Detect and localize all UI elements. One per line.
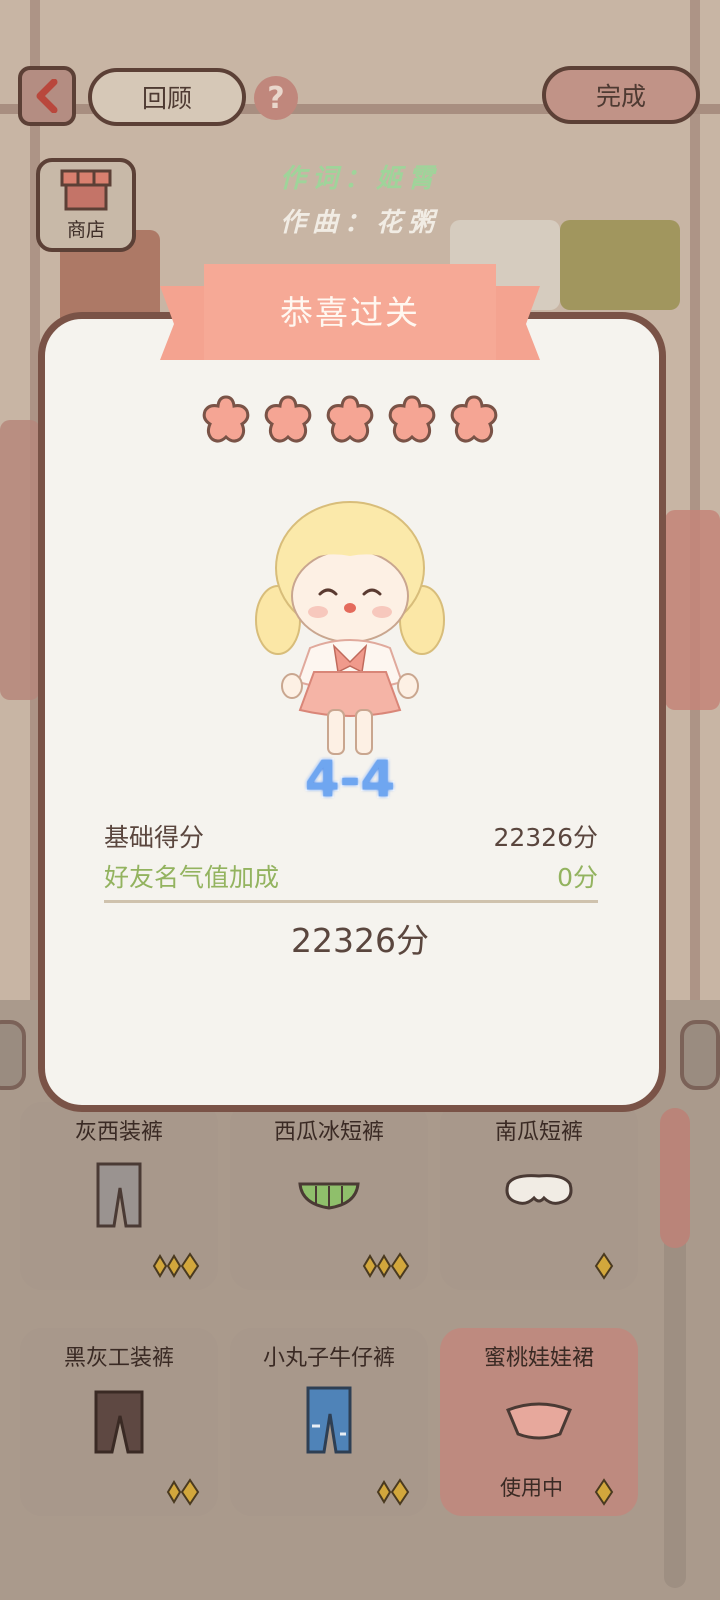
item-name: 蜜桃娃娃裙 [483,1346,594,1371]
flower-star-icon [264,395,312,443]
score-divider [104,900,598,903]
rank-stars-icon [594,1478,614,1506]
watermelon-shorts-icon [298,1182,360,1210]
friend-bonus-row: 好友名气值加成 0分 [104,858,598,894]
star-rating [200,394,500,454]
rank-stars-icon [594,1252,614,1280]
item-name: 小丸子牛仔裤 [262,1346,395,1371]
result-title: 恭喜过关 [280,293,420,332]
friend-bonus-value: 0分 [557,863,598,892]
flower-star-icon [202,395,250,443]
wardrobe-item[interactable]: 灰西装裤 [20,1102,218,1290]
denim-jeans-icon [306,1386,352,1454]
flower-star-icon [450,395,498,443]
peach-skirt-icon [506,1402,572,1440]
flower-star-icon [326,395,374,443]
chevron-left-icon [36,79,58,113]
category-tab-right[interactable] [680,1020,720,1090]
item-name: 西瓜冰短裤 [273,1120,384,1145]
character-avatar [255,501,445,755]
rank-stars-icon [362,1252,410,1280]
help-icon[interactable]: ? [254,76,298,120]
composer-credit: 作曲：花粥 [279,208,440,238]
flower-star-icon [388,395,436,443]
wardrobe-item[interactable]: 西瓜冰短裤 [230,1102,428,1290]
lyricist-credit: 作词：姬霄 [279,164,440,194]
rank-stars-icon [166,1478,200,1506]
friend-bonus-label: 好友名气值加成 [104,863,280,892]
level-number: 4-4 [303,749,396,810]
scrollbar-thumb[interactable] [660,1108,690,1248]
item-name: 南瓜短裤 [494,1120,583,1145]
total-score: 22326分 [291,921,429,960]
gray-trousers-icon [96,1162,142,1228]
category-tab-left[interactable] [0,1020,26,1090]
wardrobe-item[interactable]: 南瓜短裤 [440,1102,638,1290]
base-score-label: 基础得分 [104,823,205,852]
wardrobe-item[interactable]: 黑灰工装裤 [20,1328,218,1516]
base-score-row: 基础得分 22326分 [104,818,598,854]
item-name: 黑灰工装裤 [63,1346,174,1371]
hanging-coat [0,420,40,700]
pumpkin-shorts-icon [505,1174,573,1205]
in-use-label: 使用中 [500,1476,563,1500]
base-score-value: 22326分 [493,823,598,852]
cargo-pants-icon [94,1390,144,1454]
back-button[interactable] [18,66,76,126]
clothes-rack-post [690,0,700,1000]
review-button[interactable]: 回顾 [88,68,246,126]
wardrobe-item-equipped[interactable]: 蜜桃娃娃裙 使用中 [440,1328,638,1516]
wardrobe-item[interactable]: 小丸子牛仔裤 [230,1328,428,1516]
done-button[interactable]: 完成 [542,66,700,124]
rank-stars-icon [376,1478,410,1506]
item-name: 灰西装裤 [74,1120,163,1145]
shelf-box [665,510,720,710]
rank-stars-icon [152,1252,200,1280]
